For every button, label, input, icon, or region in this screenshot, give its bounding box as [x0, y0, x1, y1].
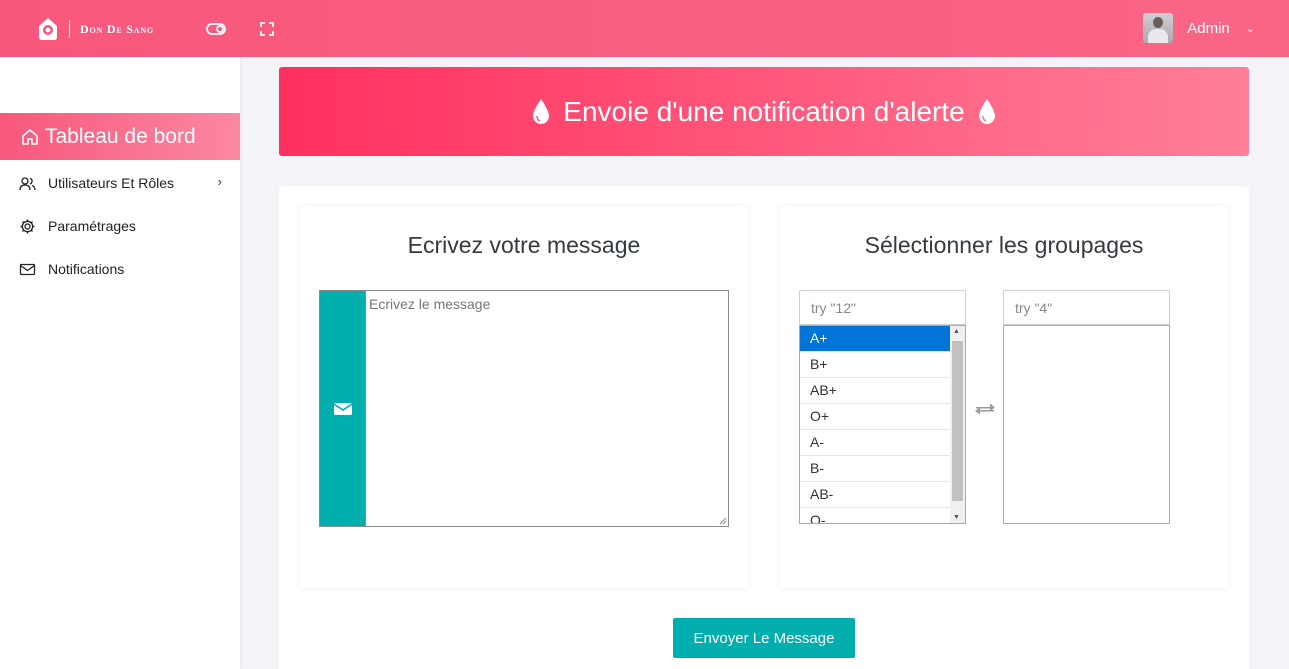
list-item[interactable]: O+ [800, 404, 951, 430]
message-panel: Ecrivez votre message [299, 206, 749, 588]
fullscreen-icon[interactable] [256, 18, 278, 40]
chevron-right-icon[interactable]: › [218, 174, 222, 189]
sidebar-item-users[interactable]: Utilisateurs Et Rôles › [0, 168, 240, 198]
envelope-icon [333, 402, 352, 415]
message-panel-title: Ecrivez votre message [407, 232, 641, 258]
list-item[interactable]: AB- [800, 482, 951, 508]
blood-drop-icon [978, 98, 995, 124]
brand-logo[interactable]: Don De Sang [36, 17, 154, 41]
avatar[interactable] [1143, 13, 1174, 43]
sidebar-item-label: Notifications [48, 261, 125, 277]
sidebar-item-label: Utilisateurs Et Rôles [48, 175, 175, 191]
sidebar-item-label: Tableau de bord [45, 124, 196, 148]
scrollbar-thumb[interactable] [952, 341, 963, 501]
message-input-group [319, 290, 729, 527]
users-icon [19, 176, 36, 190]
page-banner: Envoie d'une notification d'alerte [279, 67, 1249, 156]
send-message-button[interactable]: Envoyer Le Message [673, 618, 855, 658]
scroll-down-icon[interactable]: ▼ [953, 514, 960, 521]
gear-icon [20, 219, 35, 233]
groups-panel-title: Sélectionner les groupages [864, 232, 1144, 258]
sidebar-item-dashboard[interactable]: Tableau de bord [0, 113, 240, 160]
sidebar-item-notifications[interactable]: Notifications [0, 254, 240, 284]
scrollbar[interactable]: ▲ ▼ [950, 326, 965, 523]
selected-groups-list[interactable] [1003, 325, 1170, 524]
sidebar: Tableau de bord Utilisateurs Et Rôles › … [0, 57, 240, 669]
logo-icon [39, 18, 57, 40]
available-groups-list[interactable]: A+ B+ AB+ O+ A- B- AB- O- ▲ ▼ [799, 325, 966, 524]
main-card: Ecrivez votre message Sélectionner les g… [279, 186, 1249, 669]
groups-panel: Sélectionner les groupages A+B+AB+O+A-B-… [779, 206, 1229, 588]
home-icon [22, 128, 38, 145]
sidebar-item-label: Paramétrages [48, 218, 136, 234]
message-addon [320, 291, 365, 526]
list-item[interactable]: A- [800, 430, 951, 456]
mail-icon [19, 263, 36, 275]
scroll-up-icon[interactable]: ▲ [953, 328, 960, 335]
list-item[interactable]: B- [800, 456, 951, 482]
swap-arrows-icon[interactable] [973, 399, 997, 419]
sidebar-item-settings[interactable]: Paramétrages [0, 211, 240, 241]
list-item[interactable]: AB+ [800, 378, 951, 404]
resize-handle-icon[interactable] [719, 517, 727, 525]
user-menu[interactable]: Admin ⌄ [1143, 13, 1255, 43]
user-name[interactable]: Admin [1187, 20, 1230, 37]
brand-name: Don De Sang [80, 21, 154, 36]
selected-groups-filter[interactable] [1003, 290, 1170, 325]
blood-drop-icon [533, 98, 550, 124]
list-item[interactable]: B+ [800, 352, 951, 378]
available-groups-filter[interactable] [799, 290, 966, 325]
banner-title: Envoie d'une notification d'alerte [563, 95, 965, 127]
toggle-sidebar-icon[interactable] [205, 18, 227, 40]
message-textarea[interactable] [365, 291, 728, 526]
logo-separator [69, 20, 70, 38]
chevron-down-icon[interactable]: ⌄ [1246, 22, 1255, 35]
top-bar: Don De Sang Admin ⌄ [0, 0, 1289, 57]
list-item[interactable]: O- [800, 508, 951, 523]
list-item[interactable]: A+ [800, 326, 951, 352]
